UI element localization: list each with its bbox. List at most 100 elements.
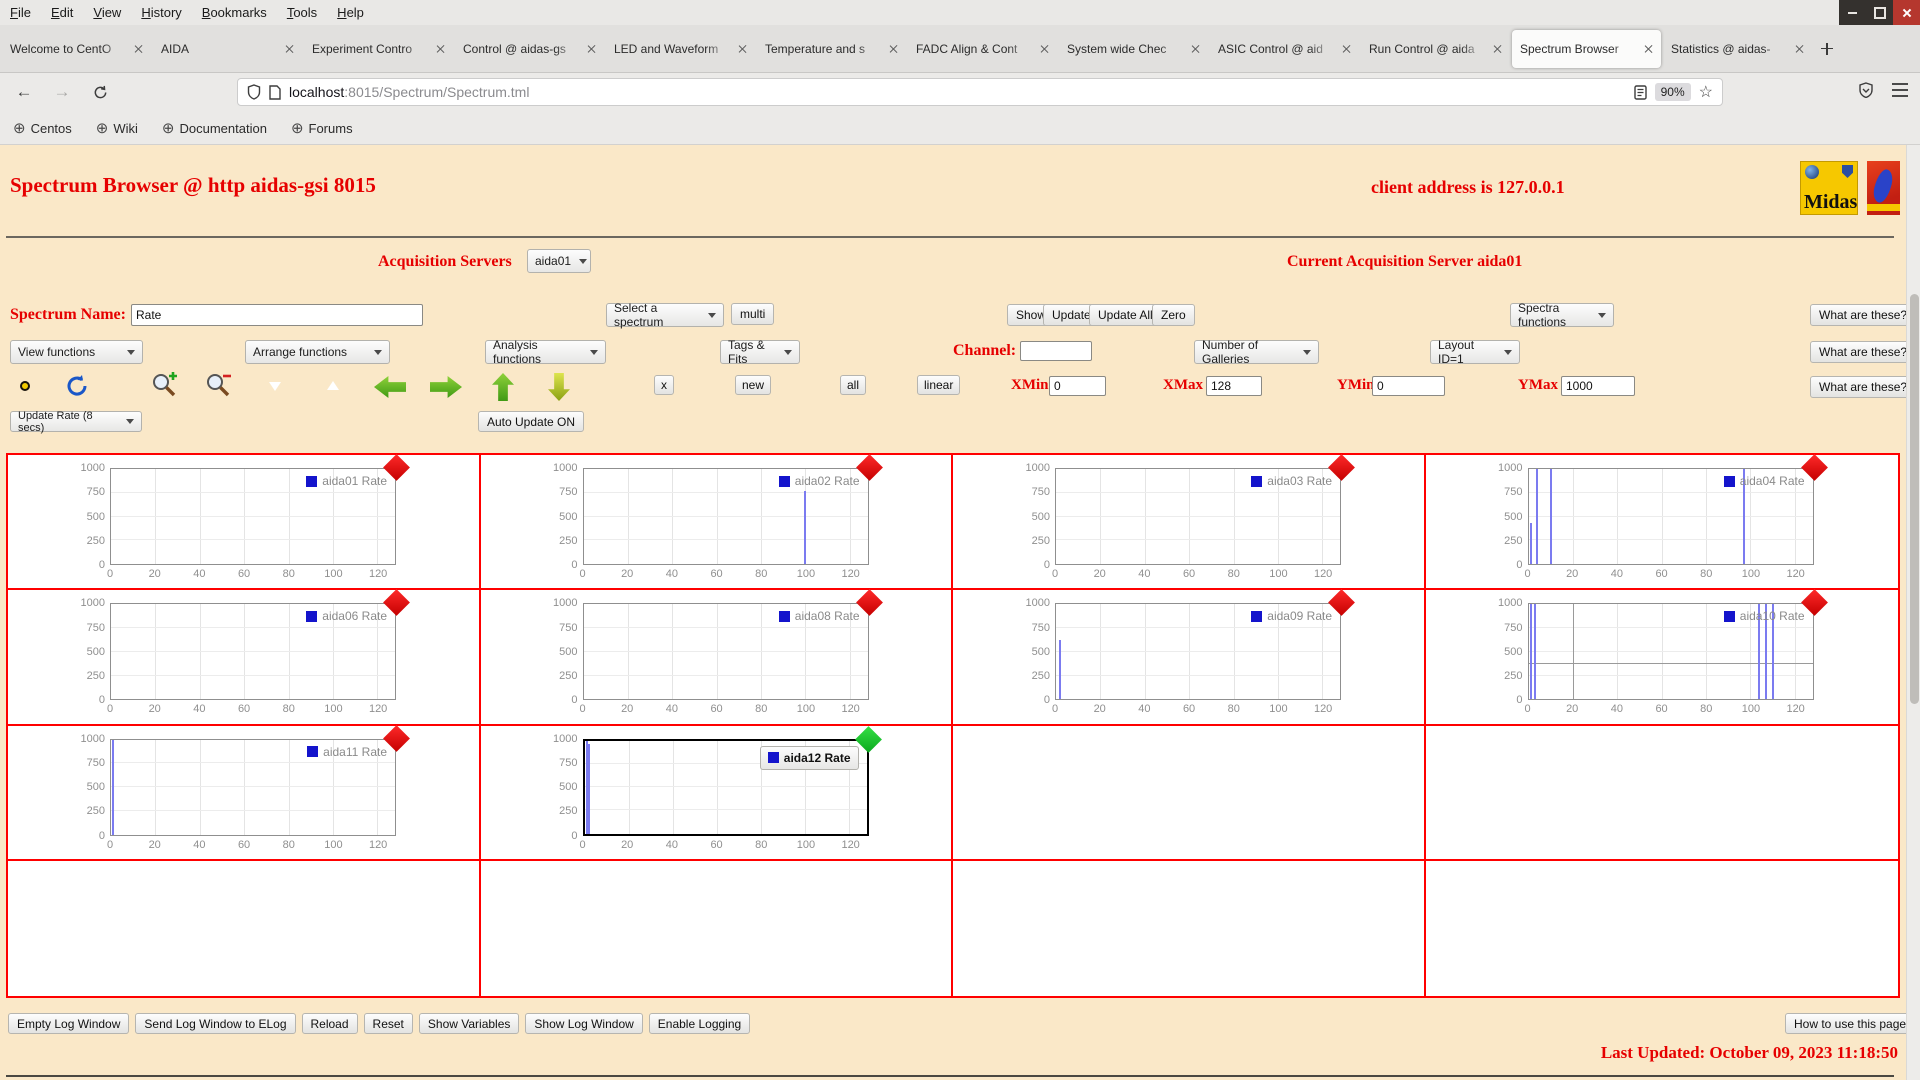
url-bar[interactable]: localhost:8015/Spectrum/Spectrum.tml 90%… (237, 78, 1723, 106)
url-text[interactable]: localhost:8015/Spectrum/Spectrum.tml (289, 84, 1626, 100)
select-spectrum-select[interactable]: Select a spectrum (606, 301, 724, 329)
arrow-left-icon[interactable] (374, 376, 406, 398)
bottom-button-send-log-window-to-elog[interactable]: Send Log Window to ELog (135, 1013, 296, 1034)
bookmark-star-icon[interactable]: ☆ (1699, 82, 1713, 102)
new-button[interactable]: new (735, 375, 772, 395)
tab-asic-control-aid[interactable]: ASIC Control @ aid (1210, 30, 1359, 68)
bookmark-forums[interactable]: ⊕ Forums (291, 121, 353, 136)
spectrum-cell-aida09-rate[interactable]: 1000 750 500 250 0 aida09 Rate 0 20 40 60 80 100 120 (953, 589, 1426, 726)
bookmark-wiki[interactable]: ⊕ Wiki (96, 121, 138, 136)
plot-area[interactable]: aida04 Rate (1527, 454, 1828, 565)
tab-close-icon[interactable] (1492, 44, 1502, 54)
plot-area[interactable]: aida11 Rate (110, 724, 410, 836)
menu-history[interactable]: History (131, 5, 191, 20)
bottom-button-show-log-window[interactable]: Show Log Window (525, 1013, 643, 1034)
all-button[interactable]: all (840, 375, 867, 395)
analysis-functions-select[interactable]: Analysis functions (485, 338, 606, 366)
tab-system-wide-chec[interactable]: System wide Chec (1059, 30, 1208, 68)
refresh-icon[interactable] (64, 373, 90, 399)
tab-led-and-waveform[interactable]: LED and Waveform (606, 30, 755, 68)
view-functions-select[interactable]: View functions (10, 340, 143, 364)
tab-close-icon[interactable] (1039, 44, 1049, 54)
bookmark-documentation[interactable]: ⊕ Documentation (162, 121, 267, 136)
status-diamond-red[interactable] (1328, 454, 1355, 481)
layout-id-select[interactable]: Layout ID=1 (1430, 338, 1520, 366)
tab-control-aidas-gs[interactable]: Control @ aidas-gs (455, 30, 604, 68)
bottom-button-enable-logging[interactable]: Enable Logging (648, 1013, 751, 1034)
linear-button[interactable]: linear (917, 375, 961, 395)
plot-area[interactable]: aida08 Rate (582, 589, 883, 701)
spectrum-cell-aida02-rate[interactable]: 1000 750 500 250 0 aida02 Rate 0 20 40 60 80 100 120 (480, 454, 953, 591)
zoom-level-badge[interactable]: 90% (1654, 83, 1691, 101)
number-of-galleries-select[interactable]: Number of Galleries (1194, 338, 1319, 366)
xmin-input[interactable] (1049, 376, 1106, 396)
tab-experiment-contro[interactable]: Experiment Contro (304, 30, 453, 68)
ymin-input[interactable] (1372, 376, 1445, 396)
spectrum-cell-aida11-rate[interactable]: 1000 750 500 250 0 aida11 Rate 0 20 40 60 80 100 120 (8, 724, 481, 861)
tab-temperature-and-s[interactable]: Temperature and s (757, 30, 906, 68)
menu-edit[interactable]: Edit (41, 5, 83, 20)
maximize-button[interactable] (1866, 0, 1893, 25)
status-diamond-red[interactable] (383, 589, 410, 617)
tab-close-icon[interactable] (435, 44, 445, 54)
spectrum-name-input[interactable] (131, 304, 423, 326)
bottom-button-show-variables[interactable]: Show Variables (418, 1013, 520, 1034)
update-rate-select[interactable]: Update Rate (8 secs) (10, 410, 142, 434)
tab-close-icon[interactable] (133, 44, 143, 54)
zoom-out-icon[interactable] (204, 371, 232, 399)
zero-button[interactable]: Zero (1152, 304, 1195, 326)
menu-file[interactable]: File (0, 5, 41, 20)
forward-button[interactable]: → (48, 79, 76, 105)
acquisition-server-select[interactable]: aida01 (527, 249, 591, 273)
tab-close-icon[interactable] (1190, 44, 1200, 54)
spectrum-cell-aida01-rate[interactable]: 1000 750 500 250 0 aida01 Rate 0 20 40 60 80 100 120 (8, 454, 481, 591)
what-are-these-button-2[interactable]: What are these? (1810, 341, 1917, 363)
tab-fadc-align-cont[interactable]: FADC Align & Cont (908, 30, 1057, 68)
auto-update-button[interactable]: Auto Update ON (478, 411, 585, 432)
reload-button[interactable] (86, 79, 114, 105)
how-to-use-button[interactable]: How to use this page (1785, 1013, 1916, 1034)
tab-statistics-aidas[interactable]: Statistics @ aidas- (1663, 30, 1812, 68)
shield-icon[interactable] (247, 84, 261, 100)
plot-area[interactable]: aida01 Rate (110, 454, 410, 565)
plot-area[interactable]: aida09 Rate (1055, 589, 1355, 701)
bottom-button-empty-log-window[interactable]: Empty Log Window (8, 1013, 130, 1034)
x-button[interactable]: x (654, 375, 674, 395)
tab-close-icon[interactable] (1794, 44, 1804, 54)
spectrum-cell-aida08-rate[interactable]: 1000 750 500 250 0 aida08 Rate 0 20 40 60 80 100 120 (480, 589, 953, 726)
spectra-functions-select[interactable]: Spectra functions (1510, 301, 1614, 329)
new-tab-button[interactable] (1814, 36, 1840, 62)
status-diamond-red[interactable] (1328, 589, 1355, 617)
menu-view[interactable]: View (83, 5, 131, 20)
bookmark-centos[interactable]: ⊕ Centos (13, 121, 72, 136)
bottom-button-reload[interactable]: Reload (301, 1013, 358, 1034)
spectrum-cell-aida10-rate[interactable]: 1000 750 500 250 0 aida10 Rate 0 20 40 60 80 100 120 (1425, 589, 1898, 726)
what-are-these-button-3[interactable]: What are these? (1810, 376, 1917, 398)
tab-close-icon[interactable] (586, 44, 596, 54)
zoom-in-icon[interactable] (150, 371, 178, 399)
page-info-icon[interactable] (269, 84, 281, 100)
close-button[interactable] (1893, 0, 1920, 25)
reader-mode-icon[interactable] (1633, 84, 1647, 100)
status-diamond-green[interactable] (854, 725, 882, 753)
xmax-input[interactable] (1206, 376, 1262, 396)
tab-spectrum-browser[interactable]: Spectrum Browser (1512, 29, 1661, 68)
menu-tools[interactable]: Tools (277, 5, 327, 20)
tab-welcome-to-cento[interactable]: Welcome to CentO (2, 30, 151, 68)
bottom-button-reset[interactable]: Reset (363, 1013, 413, 1034)
spectrum-cell-aida06-rate[interactable]: 1000 750 500 250 0 aida06 Rate 0 20 40 60 80 100 120 (8, 589, 481, 726)
tab-close-icon[interactable] (1341, 44, 1351, 54)
plot-area[interactable]: aida03 Rate (1055, 454, 1355, 565)
spectrum-cell-aida12-rate[interactable]: 1000 750 500 250 0 aida12 Rate 0 20 40 60 80 100 120 (480, 725, 953, 861)
what-are-these-button-1[interactable]: What are these? (1810, 304, 1917, 326)
spectrum-cell-aida03-rate[interactable]: 1000 750 500 250 0 aida03 Rate 0 20 40 60 80 100 120 (953, 454, 1426, 591)
tab-run-control-aida[interactable]: Run Control @ aida (1361, 30, 1510, 68)
menu-help[interactable]: Help (327, 5, 374, 20)
tab-close-icon[interactable] (284, 44, 294, 54)
menu-icon[interactable] (1892, 83, 1908, 97)
menu-bookmarks[interactable]: Bookmarks (192, 5, 277, 20)
tags-fits-select[interactable]: Tags & Fits (720, 338, 800, 366)
triumf-logo[interactable] (1867, 161, 1900, 215)
minimize-button[interactable] (1839, 0, 1866, 25)
plot-area[interactable]: aida12 Rate (582, 725, 882, 836)
